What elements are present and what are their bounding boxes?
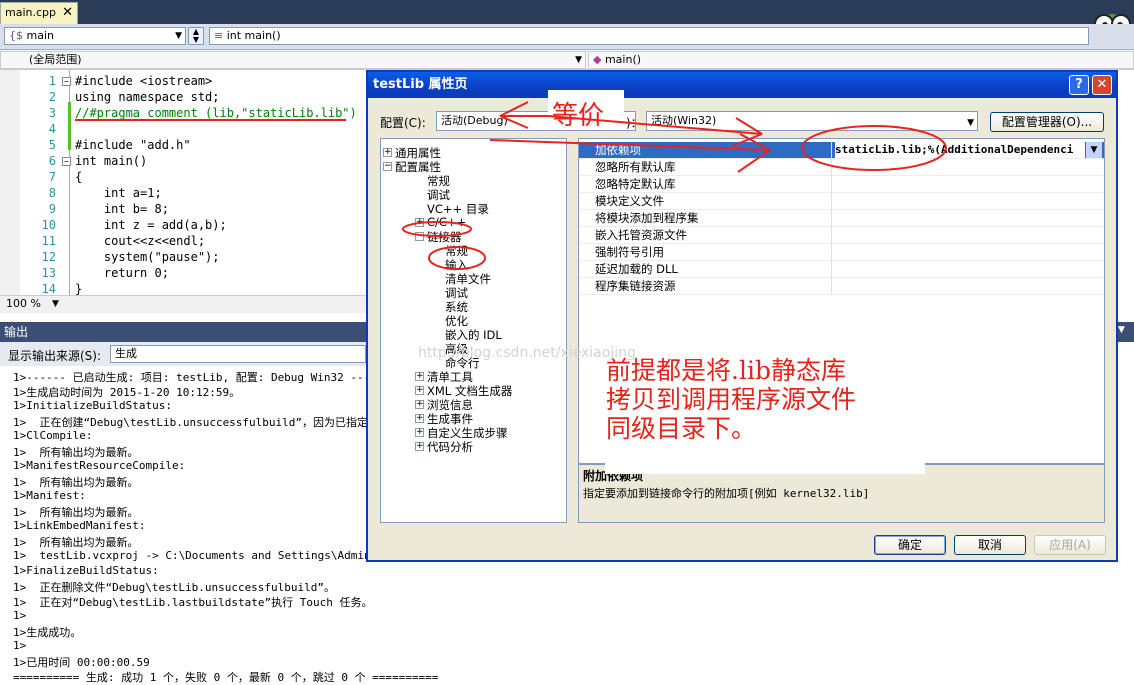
circle-value-mark (801, 125, 947, 171)
annotation-marks (75, 101, 947, 270)
arrow-left-mark (499, 101, 548, 129)
arrow-right-upper-mark (547, 115, 763, 147)
circle-input-mark (428, 246, 486, 270)
circle-linker-mark (402, 221, 472, 237)
arrow-right-lower-mark (489, 133, 771, 173)
